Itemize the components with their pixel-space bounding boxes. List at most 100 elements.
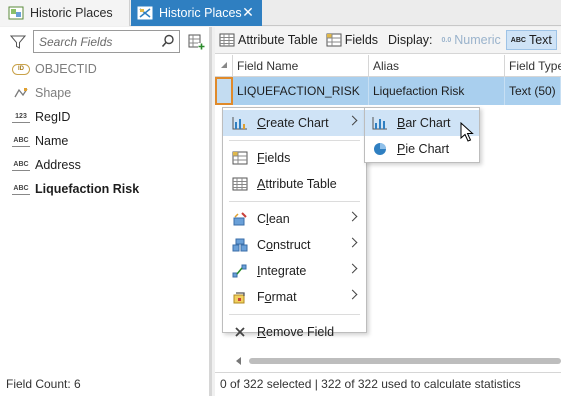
menu-item-remove-field[interactable]: Remove Field bbox=[223, 319, 366, 345]
menu-label: Format bbox=[257, 290, 297, 304]
field-item-objectid[interactable]: ID OBJECTID bbox=[0, 57, 209, 81]
menu-separator bbox=[229, 314, 360, 315]
pie-chart-icon bbox=[372, 142, 388, 156]
fields-label: Fields bbox=[344, 33, 379, 47]
attribute-table-button[interactable]: Attribute Table bbox=[215, 29, 322, 51]
field-item-address[interactable]: ABC Address bbox=[0, 153, 209, 177]
fields-icon bbox=[232, 151, 248, 165]
text-toggle[interactable]: ABC Text bbox=[505, 30, 557, 50]
menu-label: Integrate bbox=[257, 264, 307, 278]
menu-label: Bar Chart bbox=[397, 116, 451, 130]
grid-header: Field Name Alias Field Type bbox=[215, 54, 561, 77]
menu-item-format[interactable]: Format bbox=[223, 284, 366, 310]
column-header-field-type[interactable]: Field Type bbox=[505, 55, 561, 77]
select-all-corner[interactable] bbox=[215, 54, 233, 77]
field-item-name[interactable]: ABC Name bbox=[0, 129, 209, 153]
field-name: RegID bbox=[35, 110, 71, 124]
menu-separator bbox=[229, 140, 360, 141]
numeric-toggle[interactable]: 0.0 Numeric bbox=[437, 30, 506, 50]
fields-grid: Field Name Alias Field Type LIQUEFACTION… bbox=[215, 54, 561, 105]
fields-view-icon bbox=[137, 6, 153, 20]
text-field-icon: ABC bbox=[12, 160, 30, 171]
table-icon bbox=[219, 33, 235, 47]
menu-item-construct[interactable]: Construct bbox=[223, 232, 366, 258]
field-name: Liquefaction Risk bbox=[35, 182, 140, 196]
format-icon bbox=[232, 290, 248, 304]
text-label: Text bbox=[528, 33, 552, 47]
cell-alias[interactable]: Liquefaction Risk bbox=[369, 77, 505, 105]
menu-item-integrate[interactable]: Integrate bbox=[223, 258, 366, 284]
menu-item-attribute-table[interactable]: Attribute Table bbox=[223, 171, 366, 197]
chevron-right-icon bbox=[347, 211, 358, 222]
menu-label: Pie Chart bbox=[397, 142, 450, 156]
text-field-icon: ABC bbox=[12, 184, 30, 195]
menu-separator bbox=[229, 201, 360, 202]
search-icon[interactable] bbox=[161, 34, 175, 48]
chevron-right-icon bbox=[347, 263, 358, 274]
remove-icon bbox=[232, 325, 248, 339]
menu-item-create-chart[interactable]: Create Chart bbox=[223, 110, 366, 136]
field-name: Address bbox=[35, 158, 81, 172]
display-label: Display: bbox=[388, 33, 433, 47]
tab-label: Historic Places bbox=[159, 6, 242, 20]
shape-icon bbox=[12, 87, 30, 99]
field-list: ID OBJECTID Shape 123 RegID ABC Name ABC… bbox=[0, 57, 209, 201]
menu-label: Clean bbox=[257, 212, 290, 226]
chart-icon bbox=[232, 116, 248, 130]
field-item-shape[interactable]: Shape bbox=[0, 81, 209, 105]
map-icon bbox=[8, 6, 24, 20]
menu-item-clean[interactable]: Clean bbox=[223, 206, 366, 232]
integrate-icon bbox=[232, 264, 248, 278]
table-row[interactable]: LIQUEFACTION_RISK Liquefaction Risk Text… bbox=[215, 77, 561, 105]
cell-field-type[interactable]: Text (50) bbox=[505, 77, 561, 105]
status-bar: 0 of 322 selected | 322 of 322 used to c… bbox=[215, 372, 561, 396]
row-selector[interactable] bbox=[215, 77, 233, 105]
field-name: OBJECTID bbox=[35, 62, 97, 76]
add-field-icon[interactable] bbox=[188, 33, 206, 51]
fields-icon bbox=[326, 33, 342, 47]
menu-label: Create Chart bbox=[257, 116, 329, 130]
text-format-icon: ABC bbox=[510, 36, 526, 44]
numeric-field-icon: 123 bbox=[12, 112, 30, 123]
bar-chart-icon bbox=[372, 116, 388, 130]
horizontal-scrollbar[interactable] bbox=[233, 355, 561, 367]
field-context-menu: Create Chart Fields Attribute Table Clea… bbox=[222, 107, 367, 339]
close-icon[interactable]: ✕ bbox=[240, 4, 256, 20]
chevron-right-icon bbox=[347, 237, 358, 248]
tab-bar: Historic Places Historic Places ✕ bbox=[0, 0, 561, 26]
menu-label: Fields bbox=[257, 151, 291, 165]
field-name: Name bbox=[35, 134, 69, 148]
chevron-right-icon bbox=[347, 289, 358, 300]
scrollbar-thumb[interactable] bbox=[249, 358, 561, 364]
text-field-icon: ABC bbox=[12, 136, 30, 147]
table-icon bbox=[232, 177, 248, 191]
tab-historic-places-fields[interactable]: Historic Places ✕ bbox=[131, 0, 262, 26]
menu-label: Construct bbox=[257, 238, 311, 252]
menu-label: Remove Field bbox=[257, 325, 335, 339]
menu-item-fields[interactable]: Fields bbox=[223, 145, 366, 171]
search-fields-box[interactable] bbox=[33, 30, 180, 53]
cell-field-name[interactable]: LIQUEFACTION_RISK bbox=[233, 77, 369, 105]
tab-historic-places-map[interactable]: Historic Places bbox=[0, 0, 130, 26]
fields-list-pane: ID OBJECTID Shape 123 RegID ABC Name ABC… bbox=[0, 27, 212, 396]
numeric-label: Numeric bbox=[454, 33, 501, 47]
chevron-right-icon bbox=[347, 115, 358, 126]
filter-icon[interactable] bbox=[9, 34, 27, 50]
tab-label: Historic Places bbox=[30, 6, 113, 20]
column-header-field-name[interactable]: Field Name bbox=[233, 54, 369, 77]
scroll-left-icon[interactable] bbox=[236, 357, 241, 365]
search-input[interactable] bbox=[34, 31, 154, 52]
field-item-liquefaction-risk[interactable]: ABC Liquefaction Risk bbox=[0, 177, 209, 201]
fields-toolbar: Attribute Table Fields Display: 0.0 Nume… bbox=[215, 27, 561, 54]
attribute-table-label: Attribute Table bbox=[238, 33, 318, 47]
numeric-format-icon: 0.0 bbox=[441, 36, 452, 44]
fields-button[interactable]: Fields bbox=[322, 29, 382, 51]
field-name: Shape bbox=[35, 86, 72, 100]
menu-label: Attribute Table bbox=[257, 177, 337, 191]
construct-icon bbox=[232, 238, 248, 252]
objectid-icon: ID bbox=[12, 63, 30, 75]
field-count: Field Count: 6 bbox=[6, 377, 81, 391]
field-item-regid[interactable]: 123 RegID bbox=[0, 105, 209, 129]
clean-icon bbox=[232, 212, 248, 226]
column-header-alias[interactable]: Alias bbox=[369, 54, 505, 77]
